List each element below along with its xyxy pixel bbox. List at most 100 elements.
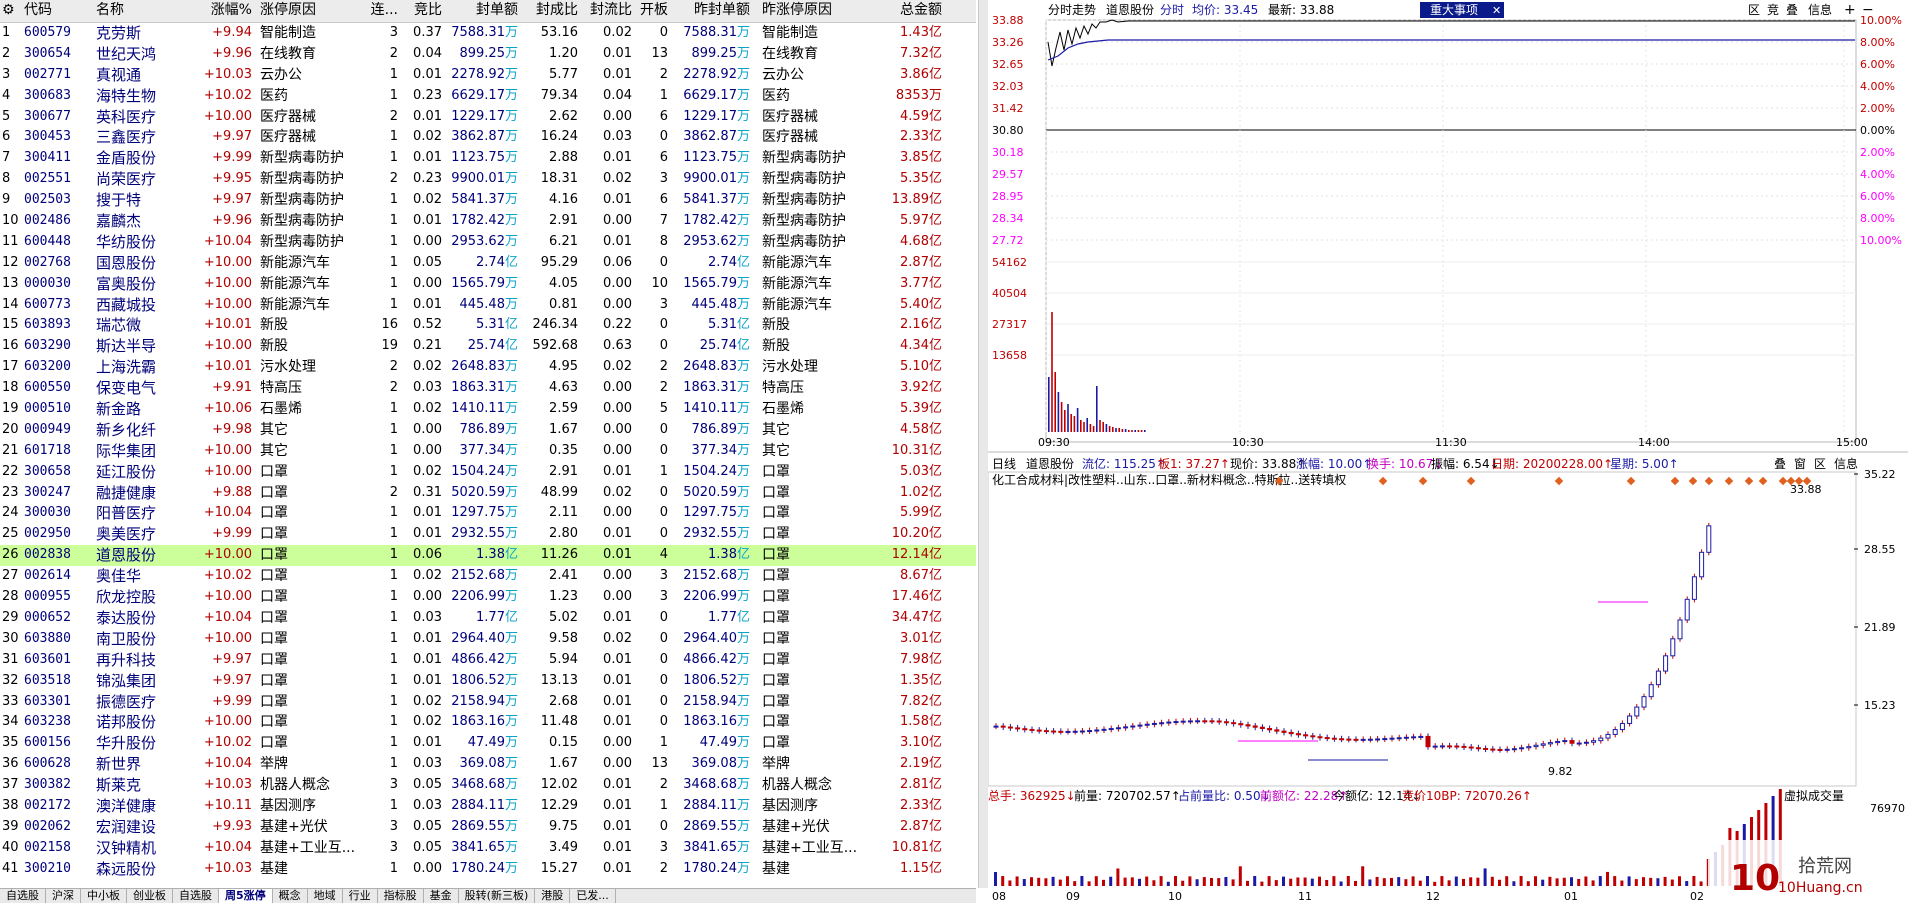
header-seal-turnover[interactable]: 封成比: [522, 0, 578, 21]
header-count[interactable]: 连...: [368, 0, 398, 21]
event-marker[interactable]: [1724, 476, 1734, 486]
table-row[interactable]: 11 600448 华纺股份 +10.04 新型病毒防护 1 0.00 2953.62万 6.2…: [0, 232, 976, 253]
table-row[interactable]: 38 002172 澳洋健康 +10.11 基因测序 1 0.03 2884.11万 12.29…: [0, 796, 976, 817]
header-prev-seal[interactable]: 昨封单额: [676, 0, 750, 21]
table-row[interactable]: 21 601718 际华集团 +10.00 其它 1 0.00 377.34万 0.35 0.00…: [0, 441, 976, 462]
table-row[interactable]: 25 002950 奥美医疗 +9.99 口罩 1 0.01 2932.55万 2.80 0.01…: [0, 524, 976, 545]
header-bid-ratio[interactable]: 竞比: [404, 0, 442, 21]
table-row[interactable]: 20 000949 新乡化纤 +9.98 其它 1 0.00 786.89万 1.67 0.00 0…: [0, 420, 976, 441]
header-name[interactable]: 名称: [96, 0, 186, 21]
table-row[interactable]: 19 000510 新金路 +10.06 石墨烯 1 0.02 1410.11万 2.59 0.0…: [0, 399, 976, 420]
header-seal-float[interactable]: 封流比: [580, 0, 632, 21]
table-row[interactable]: 30 603880 南卫股份 +10.00 口罩 1 0.01 2964.40万 9.58 0.0…: [0, 629, 976, 650]
tab-7[interactable]: 地域: [308, 889, 343, 903]
close-icon[interactable]: ✕: [1492, 4, 1501, 17]
tab-5[interactable]: 周5涨停: [219, 889, 273, 903]
table-row[interactable]: 6 300453 三鑫医疗 +9.97 医疗器械 1 0.02 3862.87万 16.24 0.…: [0, 127, 976, 148]
cell-rsn: 口罩: [260, 526, 288, 543]
table-row[interactable]: 35 600156 华升股份 +10.02 口罩 1 0.01 47.49万 0.15 0.00 1…: [0, 733, 976, 754]
table-row[interactable]: 28 000955 欣龙控股 +10.00 口罩 1 0.00 2206.99万 1.23 0.0…: [0, 587, 976, 608]
table-row[interactable]: 17 603200 上海洗霸 +10.01 污水处理 2 0.02 2648.83万 4.95 0…: [0, 357, 976, 378]
intraday-btn-qu[interactable]: 区: [1748, 3, 1760, 17]
table-row[interactable]: 22 300658 延江股份 +10.00 口罩 1 0.02 1504.24万 2.91 0.0…: [0, 462, 976, 483]
tab-6[interactable]: 概念: [273, 889, 308, 903]
tab-1[interactable]: 沪深: [46, 889, 81, 903]
table-row[interactable]: 1 600579 克劳斯 +9.94 智能制造 3 0.37 7588.31万 53.16 0.0…: [0, 23, 976, 44]
tab-8[interactable]: 行业: [343, 889, 378, 903]
event-marker[interactable]: [1758, 476, 1768, 486]
table-row[interactable]: 23 300247 融捷健康 +9.88 口罩 2 0.31 5020.59万 48.99 0.0…: [0, 483, 976, 504]
cell-yamt: 5.31亿: [708, 317, 750, 333]
event-marker[interactable]: [1670, 476, 1680, 486]
tab-0[interactable]: 自选股: [0, 889, 46, 903]
intraday-btn-die[interactable]: 叠: [1786, 3, 1798, 17]
tab-12[interactable]: 港股: [535, 889, 571, 903]
table-row[interactable]: 7 300411 金盾股份 +9.99 新型病毒防护 1 0.01 1123.75万 2.88 0…: [0, 148, 976, 169]
table-row[interactable]: 4 300683 海特生物 +10.02 医药 1 0.23 6629.17万 79.34 0.0…: [0, 86, 976, 107]
event-marker[interactable]: [1554, 476, 1564, 486]
event-marker[interactable]: [1378, 476, 1388, 486]
event-marker[interactable]: [1704, 476, 1714, 486]
header-total[interactable]: 总金额: [880, 0, 942, 21]
tab-2[interactable]: 中小板: [81, 889, 127, 903]
cell-cnt: 1: [389, 672, 398, 688]
tab-11[interactable]: 股转(新三板): [459, 889, 536, 903]
daily-btn-window[interactable]: 窗: [1794, 457, 1806, 471]
table-row[interactable]: 3 002771 真视通 +10.03 云办公 1 0.01 2278.92万 5.77 0.01…: [0, 65, 976, 86]
table-row[interactable]: 39 002062 宏润建设 +9.93 基建+光伏 3 0.05 2869.55万 9.75 0…: [0, 817, 976, 838]
table-row[interactable]: 16 603290 斯达半导 +10.00 新股 19 0.21 25.74亿 592.68 0.…: [0, 336, 976, 357]
table-row[interactable]: 31 603601 再升科技 +9.97 口罩 1 0.01 4866.42万 5.94 0.01…: [0, 650, 976, 671]
table-row[interactable]: 9 002503 搜于特 +9.97 新型病毒防护 1 0.02 5841.37万 4.16 0.…: [0, 190, 976, 211]
header-seal-amount[interactable]: 封单额: [444, 0, 518, 21]
header-pct[interactable]: 涨幅%: [182, 0, 252, 21]
tab-3[interactable]: 创业板: [127, 889, 173, 903]
table-row[interactable]: 10 002486 嘉麟杰 +9.96 新型病毒防护 1 0.01 1782.42万 2.91 0…: [0, 211, 976, 232]
intraday-btn-info[interactable]: 信息: [1808, 2, 1832, 17]
table-row[interactable]: 34 603238 诺邦股份 +10.00 口罩 1 0.02 1863.16万 11.48 0.…: [0, 712, 976, 733]
daily-btn-die[interactable]: 叠: [1774, 457, 1786, 471]
daily-btn-info[interactable]: 信息: [1834, 456, 1858, 471]
table-row[interactable]: 33 603301 振德医疗 +9.99 口罩 1 0.02 2158.94万 2.68 0.01…: [0, 692, 976, 713]
event-marker[interactable]: [1688, 476, 1698, 486]
table-row[interactable]: 36 600628 新世界 +10.04 举牌 1 0.03 369.08万 1.67 0.00 1…: [0, 754, 976, 775]
tab-13[interactable]: 已发...: [570, 889, 616, 903]
intraday-btn-jing[interactable]: 竞: [1767, 3, 1779, 17]
table-row[interactable]: 29 000652 泰达股份 +10.04 口罩 1 0.03 1.77亿 5.02 0.01 0 1…: [0, 608, 976, 629]
table-row[interactable]: 5 300677 英科医疗 +10.00 医疗器械 2 0.01 1229.17万 2.62 0.…: [0, 107, 976, 128]
cell-yamt: 2278.92万: [683, 66, 750, 82]
tab-4[interactable]: 自选股: [173, 889, 219, 903]
table-row[interactable]: 24 300030 阳普医疗 +10.04 口罩 1 0.01 1297.75万 2.11 0.0…: [0, 503, 976, 524]
table-row[interactable]: 2 300654 世纪天鸿 +9.96 在线教育 2 0.04 899.25万 1.20 0.01…: [0, 44, 976, 65]
tab-10[interactable]: 基金: [424, 889, 459, 903]
header-reason[interactable]: 涨停原因: [260, 0, 370, 21]
cell-yrsn: 其它: [762, 442, 790, 459]
event-marker[interactable]: [1466, 476, 1476, 486]
daily-period[interactable]: 日线: [992, 457, 1016, 471]
tab-9[interactable]: 指标股: [378, 889, 424, 903]
table-row[interactable]: 14 600773 西藏城投 +10.00 新能源汽车 1 0.01 445.48万 0.81 0…: [0, 295, 976, 316]
table-row[interactable]: 8 002551 尚荣医疗 +9.95 新型病毒防护 2 0.23 9900.01万 18.31…: [0, 169, 976, 190]
daily-btn-qu[interactable]: 区: [1814, 457, 1826, 471]
header-code[interactable]: 代码: [24, 0, 94, 21]
table-row[interactable]: 15 603893 瑞芯微 +10.01 新股 16 0.52 5.31亿 246.34 0.22…: [0, 315, 976, 336]
table-row[interactable]: 13 000030 富奥股份 +10.00 新能源汽车 1 0.00 1565.79万 4.05…: [0, 274, 976, 295]
event-marker[interactable]: [1626, 476, 1636, 486]
header-prev-reason[interactable]: 昨涨停原因: [762, 0, 872, 21]
candle-body: [1331, 737, 1337, 740]
plus-icon[interactable]: +: [1844, 2, 1856, 18]
event-marker[interactable]: [1778, 476, 1788, 486]
event-marker[interactable]: [1744, 476, 1754, 486]
virtual-volume-button[interactable]: 虚拟成交量: [1784, 788, 1844, 803]
table-row[interactable]: 37 300382 斯莱克 +10.03 机器人概念 3 0.05 3468.68万 12.02…: [0, 775, 976, 796]
table-row[interactable]: 26 002838 道恩股份 +10.00 口罩 1 0.06 1.38亿 11.26 0.01 4…: [0, 545, 976, 567]
table-row[interactable]: 27 002614 奥佳华 +10.02 口罩 1 0.02 2152.68万 2.41 0.00…: [0, 566, 976, 587]
table-row[interactable]: 40 002158 汉钟精机 +10.04 基建+工业互... 3 0.05 3841.65万…: [0, 838, 976, 859]
cell-num: 6: [2, 129, 11, 145]
header-open-count[interactable]: 开板: [636, 0, 668, 21]
cell-num: 22: [2, 463, 19, 479]
table-row[interactable]: 18 600550 保变电气 +9.91 特高压 2 0.03 1863.31万 4.63 0.0…: [0, 378, 976, 399]
table-row[interactable]: 12 002768 国恩股份 +10.00 新能源汽车 1 0.05 2.74亿 95.29 0.…: [0, 253, 976, 274]
event-marker[interactable]: [1418, 476, 1428, 486]
table-row[interactable]: 41 300210 森远股份 +10.03 基建 1 0.00 1780.24万 15.27 0.…: [0, 859, 976, 880]
table-row[interactable]: 32 603518 锦泓集团 +9.97 口罩 1 0.01 1806.52万 13.13 0.0…: [0, 671, 976, 692]
